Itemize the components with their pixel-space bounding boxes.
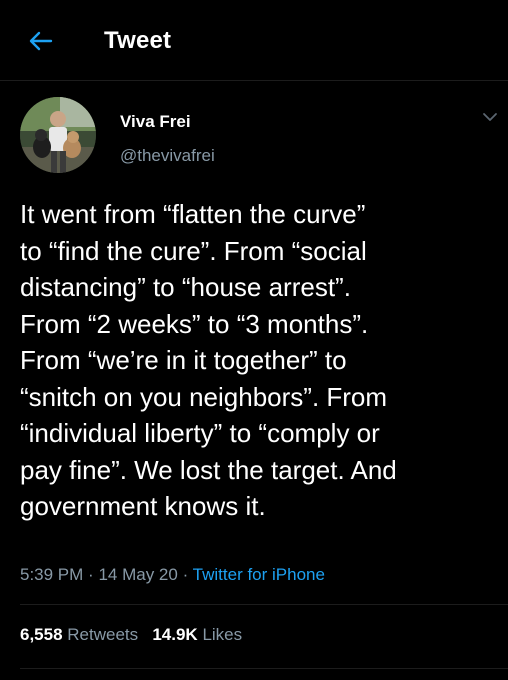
top-bar: Tweet xyxy=(0,0,508,81)
likes-stat[interactable]: 14.9K Likes xyxy=(152,625,242,644)
page-title: Tweet xyxy=(104,27,172,54)
tweet-time[interactable]: 5:39 PM xyxy=(20,565,83,584)
tweet-text: It went from “flatten the curve” to “fin… xyxy=(20,196,500,525)
meta-separator: · xyxy=(88,565,94,584)
meta-separator: · xyxy=(182,565,189,584)
chevron-down-icon xyxy=(483,113,497,121)
tweet-stats: 6,558 Retweets 14.9K Likes xyxy=(20,625,242,645)
avatar[interactable] xyxy=(20,97,96,173)
tweet-author: Viva Frei @thevivafrei xyxy=(0,95,508,185)
tweet-text-line: “individual liberty” to “comply or xyxy=(20,418,380,448)
tweet-date[interactable]: 14 May 20 xyxy=(98,565,177,584)
retweets-stat[interactable]: 6,558 Retweets xyxy=(20,625,138,644)
author-display-name[interactable]: Viva Frei xyxy=(120,112,191,132)
divider xyxy=(20,604,508,605)
divider xyxy=(20,668,508,669)
tweet-text-line: government knows it. xyxy=(20,491,266,521)
retweets-label: Retweets xyxy=(67,625,139,644)
back-button[interactable] xyxy=(26,26,56,56)
tweet-text-line: pay fine”. We lost the target. And xyxy=(20,454,397,485)
tweet-text-line: “snitch on you neighbors”. From xyxy=(20,381,388,412)
tweet-text-line: to “find the cure”. From “social xyxy=(20,235,367,266)
tweet-text-line: distancing” to “house arrest”. xyxy=(20,272,351,302)
retweets-count: 6,558 xyxy=(20,625,63,644)
tweet-text-line: It went from “flatten the curve” xyxy=(20,199,366,229)
author-handle[interactable]: @thevivafrei xyxy=(120,146,215,166)
arrow-left-icon xyxy=(29,31,53,51)
avatar-photo xyxy=(20,97,96,173)
tweet-source-link[interactable]: Twitter for iPhone xyxy=(193,565,325,584)
tweet-metadata: 5:39 PM · 14 May 20 · Twitter for iPhone xyxy=(20,565,325,585)
tweet-text-line: From “2 weeks” to “3 months”. xyxy=(20,308,369,339)
more-options-button[interactable] xyxy=(480,109,500,125)
tweet-text-line: From “we’re in it together” to xyxy=(20,345,347,375)
likes-label: Likes xyxy=(202,625,243,644)
likes-count: 14.9K xyxy=(152,625,198,644)
